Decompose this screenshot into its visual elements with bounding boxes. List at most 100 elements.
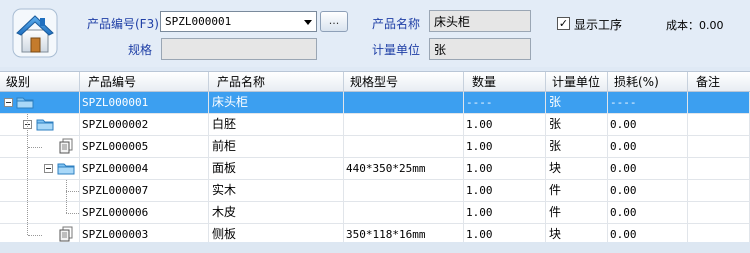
col-header-note[interactable]: 备注 — [688, 72, 750, 92]
cell-name[interactable]: 面板 — [209, 158, 344, 179]
cell-code[interactable]: SPZL000004 — [80, 158, 209, 179]
cell-note[interactable] — [688, 180, 750, 201]
unit-label: 计量单位 — [372, 43, 421, 57]
product-code-select[interactable]: SPZL000001 — [160, 11, 317, 32]
cell-name[interactable]: 木皮 — [209, 202, 344, 223]
cell-spec[interactable] — [344, 202, 464, 223]
cell-code[interactable]: SPZL000006 — [80, 202, 209, 223]
cell-unit[interactable]: 块 — [546, 158, 608, 179]
folder-open-icon — [57, 163, 75, 175]
cell-loss[interactable]: 0.00 — [608, 202, 688, 223]
grid-header: 级别 产品编号 产品名称 规格型号 数量 计量单位 损耗(%) 备注 — [0, 71, 750, 92]
tree-connector — [27, 180, 28, 201]
cell-level[interactable] — [0, 180, 80, 201]
cell-code[interactable]: SPZL000001 — [80, 92, 209, 113]
product-code-value: SPZL000001 — [165, 15, 232, 28]
document-icon — [59, 138, 73, 154]
folder-open-icon — [36, 119, 54, 131]
tree-connector — [66, 191, 79, 192]
table-row[interactable]: SPZL000007 实木 1.00 件 0.00 — [0, 180, 750, 202]
cell-name[interactable]: 白胚 — [209, 114, 344, 135]
cell-spec[interactable] — [344, 180, 464, 201]
col-header-qty[interactable]: 数量 — [464, 72, 546, 92]
col-header-spec[interactable]: 规格型号 — [344, 72, 464, 92]
cell-qty[interactable]: 1.00 — [464, 136, 546, 157]
cell-loss[interactable]: 0.00 — [608, 114, 688, 135]
product-code-label: 产品编号(F3) — [87, 17, 159, 31]
cell-loss[interactable]: 0.00 — [608, 158, 688, 179]
cell-note[interactable] — [688, 136, 750, 157]
cell-spec[interactable] — [344, 114, 464, 135]
form-header: 产品编号(F3) SPZL000001 ... 产品名称 床头柜 ✓ 显示工序 … — [0, 0, 750, 67]
cell-code[interactable]: SPZL000005 — [80, 136, 209, 157]
cell-unit[interactable]: 张 — [546, 136, 608, 157]
cell-loss[interactable]: 0.00 — [608, 136, 688, 157]
tree-connector — [27, 202, 28, 223]
show-process-checkbox[interactable]: ✓ — [557, 17, 570, 30]
folder-open-icon — [16, 97, 34, 109]
cell-loss[interactable]: ---- — [608, 92, 688, 113]
cell-unit[interactable]: 张 — [546, 92, 608, 113]
tree-connector — [66, 202, 67, 213]
spec-field[interactable] — [161, 38, 317, 60]
cell-unit[interactable]: 张 — [546, 114, 608, 135]
cell-level[interactable] — [0, 114, 80, 135]
cell-qty[interactable]: 1.00 — [464, 114, 546, 135]
document-icon — [59, 226, 73, 242]
tree-node — [0, 202, 79, 223]
cell-loss[interactable]: 0.00 — [608, 180, 688, 201]
cost-text: 成本：0.00 — [666, 19, 724, 32]
tree-connector — [27, 158, 28, 179]
cell-qty[interactable]: 1.00 — [464, 158, 546, 179]
grid-footer — [0, 242, 750, 253]
cell-spec[interactable] — [344, 136, 464, 157]
cell-note[interactable] — [688, 158, 750, 179]
cell-level[interactable] — [0, 202, 80, 223]
cell-note[interactable] — [688, 202, 750, 223]
cell-level[interactable] — [0, 158, 80, 179]
col-header-level[interactable]: 级别 — [0, 72, 80, 92]
cell-name[interactable]: 床头柜 — [209, 92, 344, 113]
tree-node — [0, 92, 79, 113]
col-header-name[interactable]: 产品名称 — [209, 72, 344, 92]
cell-level[interactable] — [0, 136, 80, 157]
collapse-toggle-icon[interactable] — [4, 98, 13, 107]
home-icon[interactable] — [12, 8, 58, 58]
cell-name[interactable]: 实木 — [209, 180, 344, 201]
col-header-loss[interactable]: 损耗(%) — [608, 72, 688, 92]
product-name-label: 产品名称 — [372, 17, 421, 31]
table-row[interactable]: SPZL000006 木皮 1.00 件 0.00 — [0, 202, 750, 224]
tree-node — [0, 158, 79, 179]
show-process-label: 显示工序 — [574, 18, 623, 32]
tree-node — [0, 114, 79, 135]
cell-code[interactable]: SPZL000002 — [80, 114, 209, 135]
table-row[interactable]: SPZL000001 床头柜 ---- 张 ---- — [0, 92, 750, 114]
tree-node — [0, 180, 79, 201]
cell-name[interactable]: 前柜 — [209, 136, 344, 157]
browse-button[interactable]: ... — [320, 11, 348, 32]
unit-field[interactable]: 张 — [429, 38, 531, 60]
collapse-toggle-icon[interactable] — [44, 164, 53, 173]
cell-level[interactable] — [0, 92, 80, 113]
cell-spec[interactable]: 440*350*25mm — [344, 158, 464, 179]
product-name-field[interactable]: 床头柜 — [429, 10, 531, 32]
tree-connector — [27, 136, 28, 157]
tree-connector — [28, 147, 42, 148]
cell-spec[interactable] — [344, 92, 464, 113]
cell-note[interactable] — [688, 114, 750, 135]
tree-connector — [27, 114, 28, 135]
table-row[interactable]: SPZL000002 白胚 1.00 张 0.00 — [0, 114, 750, 136]
table-row[interactable]: SPZL000005 前柜 1.00 张 0.00 — [0, 136, 750, 158]
cell-code[interactable]: SPZL000007 — [80, 180, 209, 201]
tree-connector — [66, 213, 79, 214]
chevron-down-icon[interactable] — [304, 20, 312, 25]
cell-qty[interactable]: 1.00 — [464, 202, 546, 223]
cell-qty[interactable]: ---- — [464, 92, 546, 113]
cell-qty[interactable]: 1.00 — [464, 180, 546, 201]
table-row[interactable]: SPZL000004 面板 440*350*25mm 1.00 块 0.00 — [0, 158, 750, 180]
cell-note[interactable] — [688, 92, 750, 113]
cell-unit[interactable]: 件 — [546, 202, 608, 223]
cell-unit[interactable]: 件 — [546, 180, 608, 201]
col-header-code[interactable]: 产品编号 — [80, 72, 209, 92]
col-header-unit[interactable]: 计量单位 — [546, 72, 608, 92]
